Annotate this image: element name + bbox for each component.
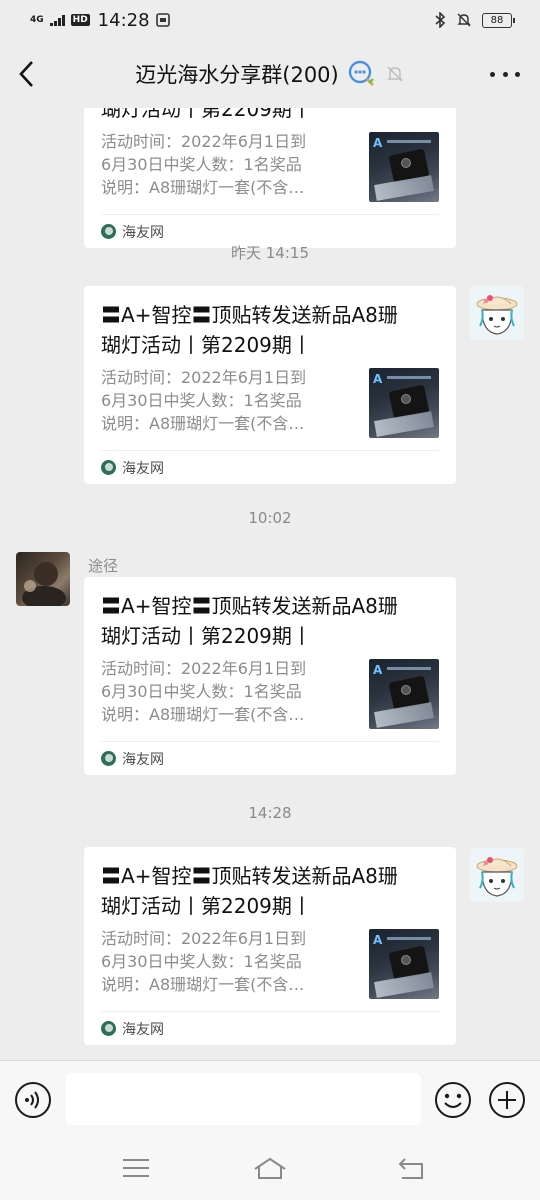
card-thumbnail: A bbox=[369, 659, 439, 729]
chat-title: 迈光海水分享群(200) bbox=[135, 63, 339, 87]
message-input[interactable] bbox=[66, 1073, 421, 1125]
status-time: 14:28 bbox=[97, 9, 150, 31]
hd-badge: HD bbox=[70, 14, 90, 26]
sender-name: 途径 bbox=[88, 557, 119, 575]
card-title: 〓A+智控〓顶贴转发送新品A8珊 瑚灯活动丨第2209期丨 bbox=[101, 864, 398, 918]
emoji-icon[interactable] bbox=[434, 1081, 472, 1119]
link-card[interactable]: 〓A+智控〓顶贴转发送新品A8珊 瑚灯活动丨第2209期丨 活动时间：2022年… bbox=[84, 108, 456, 248]
group-chat-icon bbox=[348, 60, 374, 87]
battery-icon: 88 bbox=[482, 12, 515, 28]
card-description: 活动时间：2022年6月1日到 6月30日中奖人数：1名奖品 说明：A8珊瑚灯一… bbox=[101, 368, 307, 433]
link-card[interactable]: 〓A+智控〓顶贴转发送新品A8珊 瑚灯活动丨第2209期丨 活动时间：2022年… bbox=[84, 847, 456, 1045]
card-description: 活动时间：2022年6月1日到 6月30日中奖人数：1名奖品 说明：A8珊瑚灯一… bbox=[101, 929, 307, 994]
source-name: 海友网 bbox=[122, 224, 164, 241]
source-name: 海友网 bbox=[122, 751, 164, 768]
avatar[interactable] bbox=[16, 552, 70, 606]
chat-header: 迈光海水分享群(200) bbox=[0, 40, 540, 108]
card-description: 活动时间：2022年6月1日到 6月30日中奖人数：1名奖品 说明：A8珊瑚灯一… bbox=[101, 659, 307, 724]
voice-input-icon[interactable] bbox=[14, 1081, 52, 1119]
back-nav-icon[interactable] bbox=[396, 1154, 428, 1182]
status-bar: 4G HD 14:28 88 bbox=[0, 0, 540, 40]
network-type: 4G bbox=[30, 14, 44, 25]
menu-icon[interactable] bbox=[120, 1154, 152, 1182]
card-thumbnail: A bbox=[369, 929, 439, 999]
card-title: 〓A+智控〓顶贴转发送新品A8珊 瑚灯活动丨第2209期丨 bbox=[101, 303, 398, 357]
source-app-icon bbox=[101, 224, 116, 239]
card-title: 〓A+智控〓顶贴转发送新品A8珊 瑚灯活动丨第2209期丨 bbox=[101, 594, 398, 648]
screenshot-icon bbox=[155, 13, 170, 27]
mute-icon bbox=[457, 13, 471, 27]
system-navigation-bar bbox=[0, 1140, 540, 1200]
home-icon[interactable] bbox=[252, 1154, 288, 1182]
avatar[interactable] bbox=[470, 286, 524, 340]
timestamp: 昨天 14:15 bbox=[231, 244, 309, 262]
source-app-icon bbox=[101, 460, 116, 475]
source-name: 海友网 bbox=[122, 460, 164, 477]
avatar[interactable] bbox=[470, 848, 524, 902]
message-list[interactable]: 〓A+智控〓顶贴转发送新品A8珊 瑚灯活动丨第2209期丨 活动时间：2022年… bbox=[0, 108, 540, 1060]
card-source: 海友网 bbox=[101, 450, 439, 484]
link-card[interactable]: 〓A+智控〓顶贴转发送新品A8珊 瑚灯活动丨第2209期丨 活动时间：2022年… bbox=[84, 286, 456, 484]
card-thumbnail: A bbox=[369, 132, 439, 202]
battery-level: 88 bbox=[490, 14, 504, 26]
timestamp: 14:28 bbox=[248, 804, 292, 822]
bluetooth-icon bbox=[435, 12, 446, 28]
input-bar bbox=[0, 1060, 540, 1140]
add-more-icon[interactable] bbox=[488, 1081, 526, 1119]
signal-icon bbox=[49, 14, 65, 26]
timestamp: 10:02 bbox=[248, 509, 292, 527]
source-name: 海友网 bbox=[122, 1021, 164, 1038]
source-app-icon bbox=[101, 751, 116, 766]
link-card[interactable]: 〓A+智控〓顶贴转发送新品A8珊 瑚灯活动丨第2209期丨 活动时间：2022年… bbox=[84, 577, 456, 775]
mute-bell-icon bbox=[387, 66, 403, 82]
more-options-button[interactable] bbox=[490, 64, 520, 84]
card-description: 活动时间：2022年6月1日到 6月30日中奖人数：1名奖品 说明：A8珊瑚灯一… bbox=[101, 132, 307, 197]
card-source: 海友网 bbox=[101, 1011, 439, 1045]
card-source: 海友网 bbox=[101, 741, 439, 775]
card-title: 〓A+智控〓顶贴转发送新品A8珊 瑚灯活动丨第2209期丨 bbox=[101, 108, 312, 121]
source-app-icon bbox=[101, 1021, 116, 1036]
card-thumbnail: A bbox=[369, 368, 439, 438]
